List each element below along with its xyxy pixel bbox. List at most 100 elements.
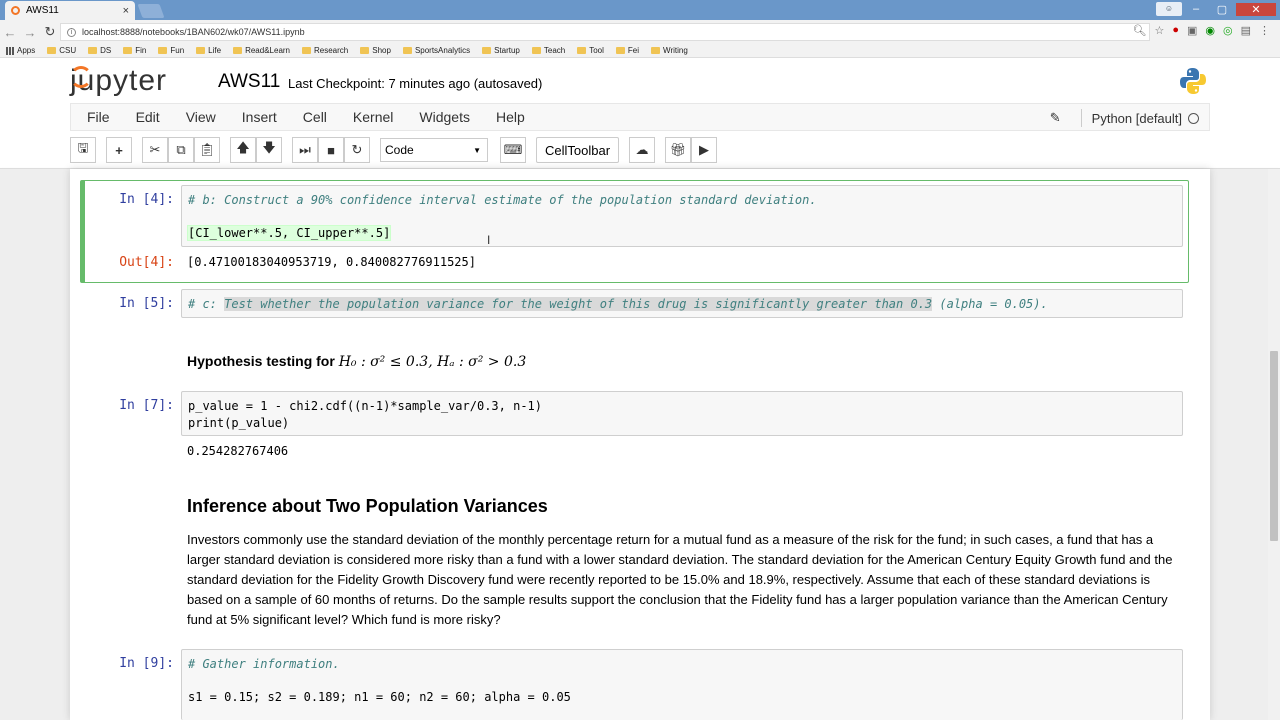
in-prompt-4: In [4]: [119,192,174,207]
interrupt-icon[interactable]: ■ [318,137,344,163]
folder-icon [615,47,625,54]
notebook-name[interactable]: AWS11 [218,71,280,93]
gift-icon[interactable]: 🎁︎ [665,137,692,163]
run-cell-icon[interactable]: ⏭︎ [292,137,318,163]
move-down-icon[interactable]: 🡇 [256,137,282,163]
code-input-7[interactable]: p_value = 1 - chi2.cdf((n-1)*sample_var/… [181,391,1183,436]
menu-insert[interactable]: Insert [229,109,290,125]
cell-type-select[interactable]: Code ▼ [380,138,488,162]
menu-file[interactable]: File [71,109,123,125]
in-prompt-5: In [5]: [119,296,174,311]
folder-icon [196,47,206,54]
bookmarks-bar: Apps CSU DS Fin Fun Life Read&Learn Rese… [0,44,1280,58]
menu-kernel[interactable]: Kernel [340,109,406,125]
menu-dots-icon[interactable]: ⋮ [1259,24,1270,37]
scrollbar[interactable] [1268,169,1280,720]
folder-icon [531,47,541,54]
menu-help[interactable]: Help [483,109,538,125]
move-up-icon[interactable]: 🡅 [230,137,256,163]
code-comment: (alpha = 0.05). [932,297,1048,311]
selected-text: Test whether the population variance for… [224,297,933,311]
cloud-upload-icon[interactable]: ☁ [629,137,656,163]
bookmark-sportsanalytics[interactable]: SportsAnalytics [402,46,470,55]
code-input-4[interactable]: # b: Construct a 90% confidence interval… [181,185,1183,247]
info-icon[interactable]: i [67,27,76,37]
section-paragraph: Investors commonly use the standard devi… [187,532,1173,627]
apps-icon [6,46,14,55]
copy-icon[interactable]: ⧉ [168,137,194,163]
jupyter-logo[interactable]: jupyter [70,64,167,98]
bookmark-life[interactable]: Life [196,46,221,55]
minimize-icon[interactable]: – [1184,3,1208,15]
cut-icon[interactable]: ✂ [142,137,168,163]
dropdown-arrow-icon: ▼ [473,145,481,155]
paste-icon[interactable]: 📋︎ [194,137,220,163]
keyboard-icon[interactable]: ⌨ [500,137,526,163]
folder-icon [123,47,133,54]
hypothesis-heading: Hypothesis testing for H₀ : σ² ≤ 0.3, Hₐ… [187,353,527,370]
browser-tab[interactable]: AWS11 × [5,1,135,20]
bookmark-startup[interactable]: Startup [482,46,520,55]
window-controls: ☺ – ▢ ✕ [1156,0,1276,18]
folder-icon [302,47,311,54]
bookmark-ds[interactable]: DS [88,46,111,55]
menu-view[interactable]: View [173,109,229,125]
code-input-5[interactable]: # c: Test whether the population varianc… [181,289,1183,318]
bookmark-fei[interactable]: Fei [615,46,639,55]
code-comment: # b: Construct a 90% confidence interval… [188,193,817,207]
folder-icon [482,47,492,54]
extension-red-icon[interactable]: ● [1172,24,1179,37]
menu-cell[interactable]: Cell [290,109,340,125]
window-close-icon[interactable]: ✕ [1236,2,1276,16]
folder-icon [158,47,168,54]
menu-edit[interactable]: Edit [123,109,173,125]
code-line-2: print(p_value) [188,416,290,430]
bookmark-writing[interactable]: Writing [651,46,688,55]
code-input-9[interactable]: # Gather information. s1 = 0.15; s2 = 0.… [181,649,1183,720]
address-bar[interactable]: i localhost:8888/notebooks/1BAN602/wk07/… [60,23,1150,41]
tab-close-icon[interactable]: × [123,5,129,17]
folder-icon [577,47,587,54]
new-tab-button[interactable] [137,4,165,18]
maximize-icon[interactable]: ▢ [1210,3,1234,16]
forward-arrow-icon[interactable]: → [20,25,40,40]
profile-icon[interactable]: ☺ [1156,2,1182,16]
bookmark-tool[interactable]: Tool [577,46,604,55]
code-comment: # Gather information. [188,657,340,671]
back-arrow-icon[interactable]: ← [0,25,20,40]
zoom-icon[interactable]: 🔍︎ [1132,24,1146,37]
bookmark-teach[interactable]: Teach [531,46,565,55]
extension-box-icon[interactable]: ▤ [1241,24,1251,37]
celltoolbar-button[interactable]: CellToolbar [536,137,620,163]
notebook-toolbar: 🖫︎ + ✂ ⧉ 📋︎ 🡅 🡇 ⏭︎ ■ ↻ Code ▼ ⌨ CellTool… [70,136,723,164]
scrollbar-thumb[interactable] [1270,351,1278,541]
extension-icons: 🔍︎ ☆ ● ▣ ◉ ◎ ▤ ⋮ [1132,24,1270,37]
extension-gray-icon[interactable]: ▣ [1187,24,1197,37]
bookmark-fun[interactable]: Fun [158,46,184,55]
bookmark-research[interactable]: Research [302,46,348,55]
extension-green-icon[interactable]: ◉ [1205,24,1215,37]
star-icon[interactable]: ☆ [1154,24,1164,37]
video-icon[interactable]: ▶ [691,137,718,163]
jupyter-header [0,58,1280,104]
extension-chrome-icon[interactable]: ◎ [1223,24,1233,37]
bookmark-readlearn[interactable]: Read&Learn [233,46,290,55]
kernel-name[interactable]: Python [default] [1092,111,1182,126]
kernel-indicator: ✎ Python [default] [1050,109,1199,127]
restart-icon[interactable]: ↻ [344,137,370,163]
save-icon[interactable]: 🖫︎ [70,137,96,163]
bookmark-shop[interactable]: Shop [360,46,391,55]
url-text: localhost:8888/notebooks/1BAN602/wk07/AW… [82,27,305,37]
insert-cell-icon[interactable]: + [106,137,132,163]
menu-widgets[interactable]: Widgets [406,109,483,125]
section-heading: Inference about Two Population Variances [187,496,548,516]
bookmark-apps[interactable]: Apps [6,46,35,55]
python-logo-icon [1180,68,1206,94]
reload-icon[interactable]: ↻ [40,24,60,40]
browser-navbar: ← → ↻ i localhost:8888/notebooks/1BAN602… [0,20,1280,44]
kernel-divider [1080,109,1082,127]
jupyter-favicon-icon [11,6,20,15]
text-cursor [390,226,392,241]
bookmark-fin[interactable]: Fin [123,46,146,55]
bookmark-csu[interactable]: CSU [47,46,76,55]
